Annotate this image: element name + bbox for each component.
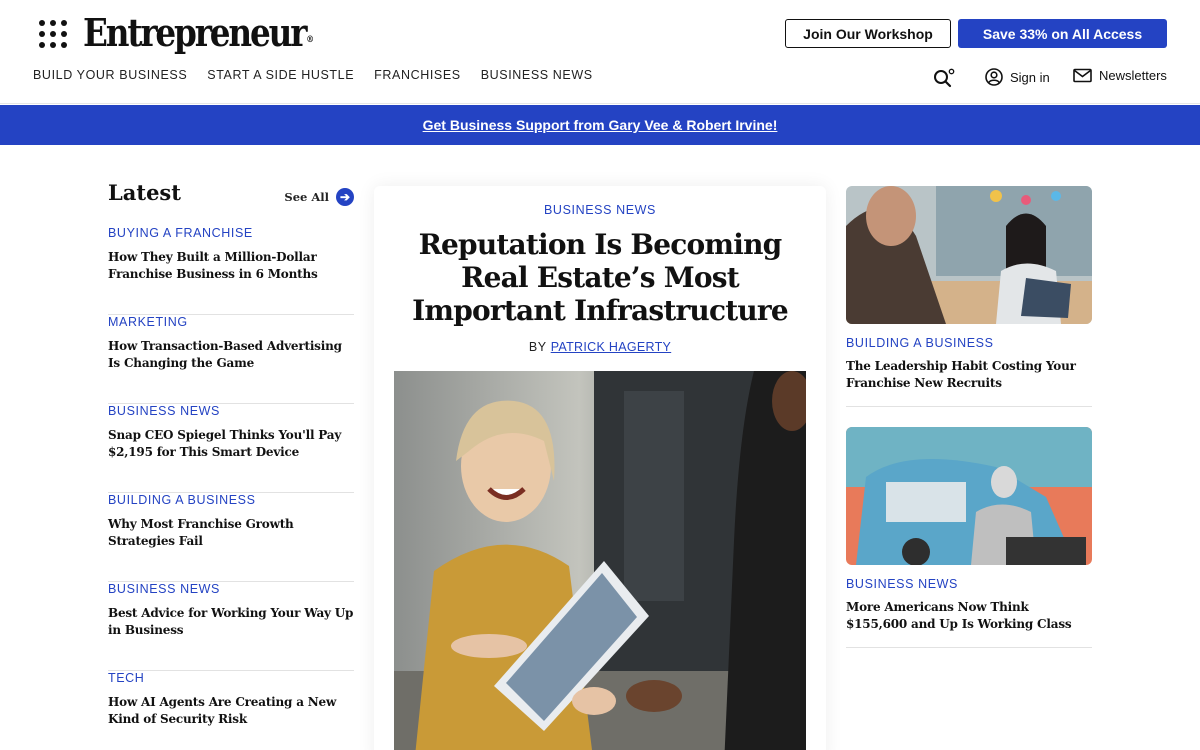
promo-link[interactable]: Get Business Support from Gary Vee & Rob… — [423, 117, 778, 133]
latest-item-category: BUILDING A BUSINESS — [108, 493, 256, 507]
divider — [846, 647, 1092, 648]
latest-item[interactable]: BUSINESS NEWS Best Advice for Working Yo… — [108, 582, 354, 671]
latest-item-headline: Why Most Franchise Growth Strategies Fai… — [108, 517, 294, 548]
newsletters-link[interactable]: Newsletters — [1073, 68, 1167, 83]
feature-byline: BY PATRICK HAGERTY — [374, 340, 826, 354]
search-icon[interactable] — [933, 68, 955, 88]
all-access-button[interactable]: Save 33% on All Access — [958, 19, 1167, 48]
main-nav: BUILD YOUR BUSINESS START A SIDE HUSTLE … — [33, 68, 593, 82]
side-story-headline: The Leadership Habit Costing Your Franch… — [846, 359, 1076, 390]
site-logo[interactable]: Entrepreneur® — [83, 10, 314, 55]
newsletters-label: Newsletters — [1099, 68, 1167, 83]
nav-franchises[interactable]: FRANCHISES — [374, 68, 461, 82]
site-header: Entrepreneur® Join Our Workshop Save 33%… — [0, 0, 1200, 104]
side-photo — [846, 186, 1092, 324]
latest-item-headline: Best Advice for Working Your Way Up in B… — [108, 606, 354, 637]
join-workshop-button[interactable]: Join Our Workshop — [785, 19, 951, 48]
see-all-label: See All — [284, 190, 329, 204]
side-photo — [846, 427, 1092, 565]
latest-item-category: BUSINESS NEWS — [108, 404, 220, 418]
side-story-category: BUILDING A BUSINESS — [846, 336, 994, 350]
feature-category[interactable]: BUSINESS NEWS — [374, 203, 826, 217]
latest-item-category: BUSINESS NEWS — [108, 582, 220, 596]
feature-photo — [394, 371, 806, 750]
nav-start-a-side-hustle[interactable]: START A SIDE HUSTLE — [207, 68, 354, 82]
see-all-link[interactable]: See All ➔ — [284, 188, 354, 206]
latest-item-category: BUYING A FRANCHISE — [108, 226, 253, 240]
latest-item-headline: Snap CEO Spiegel Thinks You'll Pay $2,19… — [108, 428, 342, 459]
sign-in-label: Sign in — [1010, 69, 1050, 85]
latest-item[interactable]: TECH How AI Agents Are Creating a New Ki… — [108, 671, 354, 750]
side-story-card[interactable]: BUSINESS NEWS More Americans Now Think $… — [846, 427, 1092, 648]
side-story-card[interactable]: BUILDING A BUSINESS The Leadership Habit… — [846, 186, 1092, 407]
mail-icon — [1073, 68, 1092, 83]
menu-grid-icon[interactable] — [39, 20, 67, 48]
feature-title[interactable]: Reputation Is Becoming Real Estate’s Mos… — [390, 228, 810, 327]
user-icon — [985, 68, 1003, 86]
author-link[interactable]: PATRICK HAGERTY — [551, 340, 672, 354]
logo-text: Entrepreneur — [83, 10, 308, 55]
side-story-image[interactable] — [846, 427, 1092, 565]
nav-build-your-business[interactable]: BUILD YOUR BUSINESS — [33, 68, 187, 82]
latest-item[interactable]: MARKETING How Transaction-Based Advertis… — [108, 315, 354, 404]
divider — [846, 406, 1092, 407]
latest-item-headline: How Transaction-Based Advertising Is Cha… — [108, 339, 342, 370]
latest-item-category: TECH — [108, 671, 145, 685]
latest-item[interactable]: BUSINESS NEWS Snap CEO Spiegel Thinks Yo… — [108, 404, 354, 493]
side-story-category: BUSINESS NEWS — [846, 577, 958, 591]
registered-mark: ® — [306, 35, 314, 45]
sign-in-link[interactable]: Sign in — [985, 68, 1050, 86]
side-story-image[interactable] — [846, 186, 1092, 324]
arrow-right-icon: ➔ — [336, 188, 354, 206]
latest-item-headline: How They Built a Million-Dollar Franchis… — [108, 250, 318, 281]
latest-item-headline: How AI Agents Are Creating a New Kind of… — [108, 695, 337, 726]
latest-column: Latest See All ➔ BUYING A FRANCHISE How … — [108, 180, 354, 726]
byline-prefix: BY — [528, 340, 547, 354]
nav-business-news[interactable]: BUSINESS NEWS — [481, 68, 593, 82]
latest-item-category: MARKETING — [108, 315, 188, 329]
latest-item[interactable]: BUYING A FRANCHISE How They Built a Mill… — [108, 226, 354, 315]
latest-item[interactable]: BUILDING A BUSINESS Why Most Franchise G… — [108, 493, 354, 582]
feature-article: BUSINESS NEWS Reputation Is Becoming Rea… — [374, 186, 826, 750]
promo-banner: Get Business Support from Gary Vee & Rob… — [0, 105, 1200, 145]
feature-image[interactable] — [394, 371, 806, 750]
side-story-headline: More Americans Now Think $155,600 and Up… — [846, 600, 1072, 631]
